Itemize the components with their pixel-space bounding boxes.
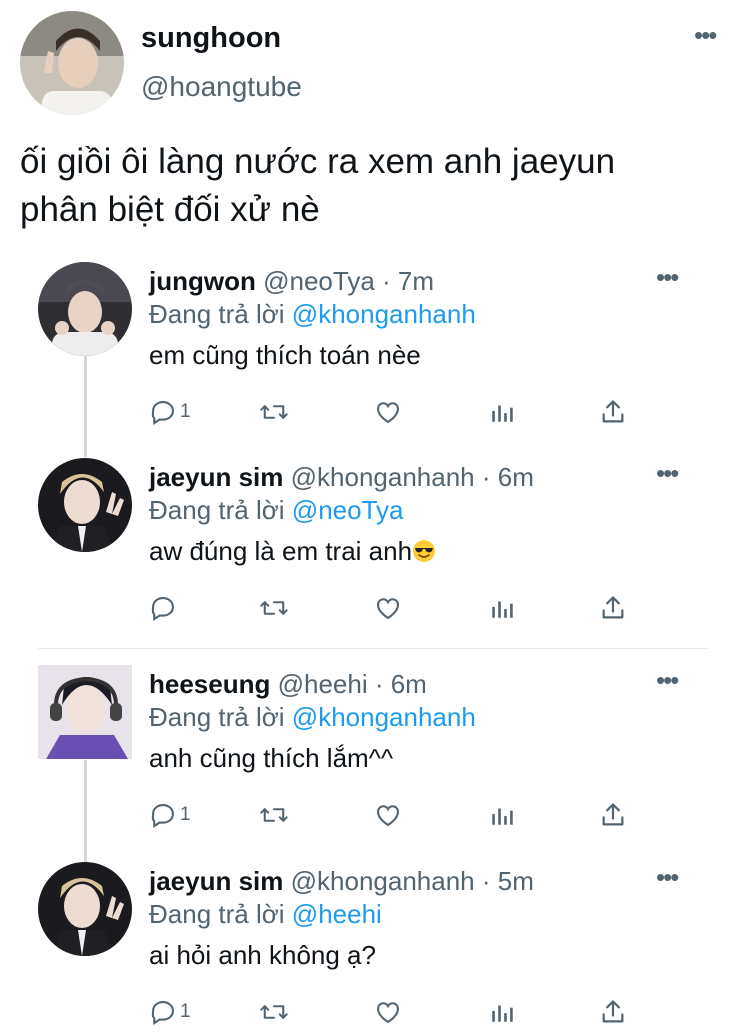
share-icon: [599, 594, 627, 622]
reply-icon: [149, 398, 177, 426]
sunglasses-emoji: [412, 539, 436, 563]
tweet-text: ối giồi ôi làng nước ra xem anh jaeyun p…: [20, 138, 735, 234]
retweet-icon: [259, 594, 289, 622]
more-dots-icon[interactable]: •••: [656, 667, 679, 693]
divider: [38, 648, 708, 649]
heart-icon: [373, 998, 403, 1026]
heart-icon: [373, 594, 403, 622]
share-button[interactable]: [599, 591, 627, 625]
reply-author-handle[interactable]: @khonganhanh · 5m: [291, 866, 534, 896]
action-bar: 1: [149, 395, 639, 429]
action-bar: 1: [149, 995, 639, 1029]
author-name[interactable]: sunghoon: [141, 22, 281, 55]
like-button[interactable]: [373, 591, 403, 625]
reply-text-content: aw đúng là em trai anh: [149, 536, 413, 566]
avatar[interactable]: [38, 862, 132, 956]
analytics-button[interactable]: [489, 591, 515, 625]
reply-button[interactable]: 1: [149, 395, 191, 429]
author-handle[interactable]: @hoangtube: [141, 71, 302, 103]
tweet-text-line: phân biệt đối xử nè: [20, 190, 320, 229]
share-icon: [599, 801, 627, 829]
mention-link[interactable]: @neoTya: [292, 495, 404, 525]
retweet-icon: [259, 398, 289, 426]
analytics-icon: [489, 998, 515, 1026]
share-icon: [599, 998, 627, 1026]
reply-count: 1: [180, 401, 191, 422]
replying-to: Đang trả lời @khonganhanh: [149, 299, 476, 330]
reply-author-handle[interactable]: @heehi · 6m: [278, 669, 427, 699]
share-button[interactable]: [599, 995, 627, 1029]
more-dots-icon[interactable]: •••: [694, 22, 717, 48]
reply-header: jaeyun sim @khonganhanh · 5m: [149, 866, 534, 897]
reply-button[interactable]: [149, 591, 180, 625]
reply-author-name[interactable]: jaeyun sim: [149, 462, 283, 492]
like-button[interactable]: [373, 798, 403, 832]
reply-icon: [149, 998, 177, 1026]
retweet-button[interactable]: [259, 995, 289, 1029]
heart-icon: [373, 801, 403, 829]
reply-author-name[interactable]: jungwon: [149, 266, 256, 296]
reply-author-name[interactable]: jaeyun sim: [149, 866, 283, 896]
avatar[interactable]: [38, 665, 132, 759]
reply-header: heeseung @heehi · 6m: [149, 669, 427, 700]
reply-button[interactable]: 1: [149, 995, 191, 1029]
avatar[interactable]: [38, 262, 132, 356]
action-bar: 1: [149, 798, 639, 832]
reply-text: anh cũng thích lắm^^: [149, 743, 394, 773]
replying-prefix: Đang trả lời: [149, 299, 285, 329]
analytics-icon: [489, 594, 515, 622]
main-tweet-header: sunghoon @hoangtube •••: [0, 0, 750, 120]
reply-icon: [149, 594, 177, 622]
replying-to: Đang trả lời @neoTya: [149, 495, 403, 526]
reply-text: ai hỏi anh không ạ?: [149, 940, 376, 970]
reply-author-handle[interactable]: @khonganhanh · 6m: [291, 462, 534, 492]
reply-header: jaeyun sim @khonganhanh · 6m: [149, 462, 534, 493]
like-button[interactable]: [373, 395, 403, 429]
thread-line: [84, 760, 87, 863]
reply-text: aw đúng là em trai anh: [149, 536, 436, 567]
replying-to: Đang trả lời @heehi: [149, 899, 382, 930]
analytics-button[interactable]: [489, 395, 515, 429]
reply-icon: [149, 801, 177, 829]
like-button[interactable]: [373, 995, 403, 1029]
more-dots-icon[interactable]: •••: [656, 264, 679, 290]
tweet-text-line: ối giồi ôi làng nước ra xem anh jaeyun: [20, 142, 616, 181]
reply-author-handle[interactable]: @neoTya · 7m: [263, 266, 434, 296]
heart-icon: [373, 398, 403, 426]
reply-author-name[interactable]: heeseung: [149, 669, 270, 699]
retweet-icon: [259, 801, 289, 829]
replying-prefix: Đang trả lời: [149, 702, 285, 732]
analytics-button[interactable]: [489, 798, 515, 832]
reply-text: em cũng thích toán nèe: [149, 340, 421, 370]
share-button[interactable]: [599, 395, 627, 429]
retweet-button[interactable]: [259, 395, 289, 429]
reply-header: jungwon @neoTya · 7m: [149, 266, 434, 297]
analytics-button[interactable]: [489, 995, 515, 1029]
avatar[interactable]: [20, 11, 124, 115]
mention-link[interactable]: @khonganhanh: [292, 299, 476, 329]
avatar[interactable]: [38, 458, 132, 552]
thread-line: [84, 355, 87, 457]
mention-link[interactable]: @khonganhanh: [292, 702, 476, 732]
retweet-button[interactable]: [259, 591, 289, 625]
reply-count: 1: [180, 1001, 191, 1022]
more-dots-icon[interactable]: •••: [656, 460, 679, 486]
analytics-icon: [489, 398, 515, 426]
mention-link[interactable]: @heehi: [292, 899, 382, 929]
replying-prefix: Đang trả lời: [149, 899, 285, 929]
action-bar: [149, 591, 639, 625]
retweet-button[interactable]: [259, 798, 289, 832]
more-dots-icon[interactable]: •••: [656, 864, 679, 890]
share-button[interactable]: [599, 798, 627, 832]
retweet-icon: [259, 998, 289, 1026]
analytics-icon: [489, 801, 515, 829]
replying-to: Đang trả lời @khonganhanh: [149, 702, 476, 733]
reply-count: 1: [180, 804, 191, 825]
share-icon: [599, 398, 627, 426]
replying-prefix: Đang trả lời: [149, 495, 285, 525]
reply-button[interactable]: 1: [149, 798, 191, 832]
